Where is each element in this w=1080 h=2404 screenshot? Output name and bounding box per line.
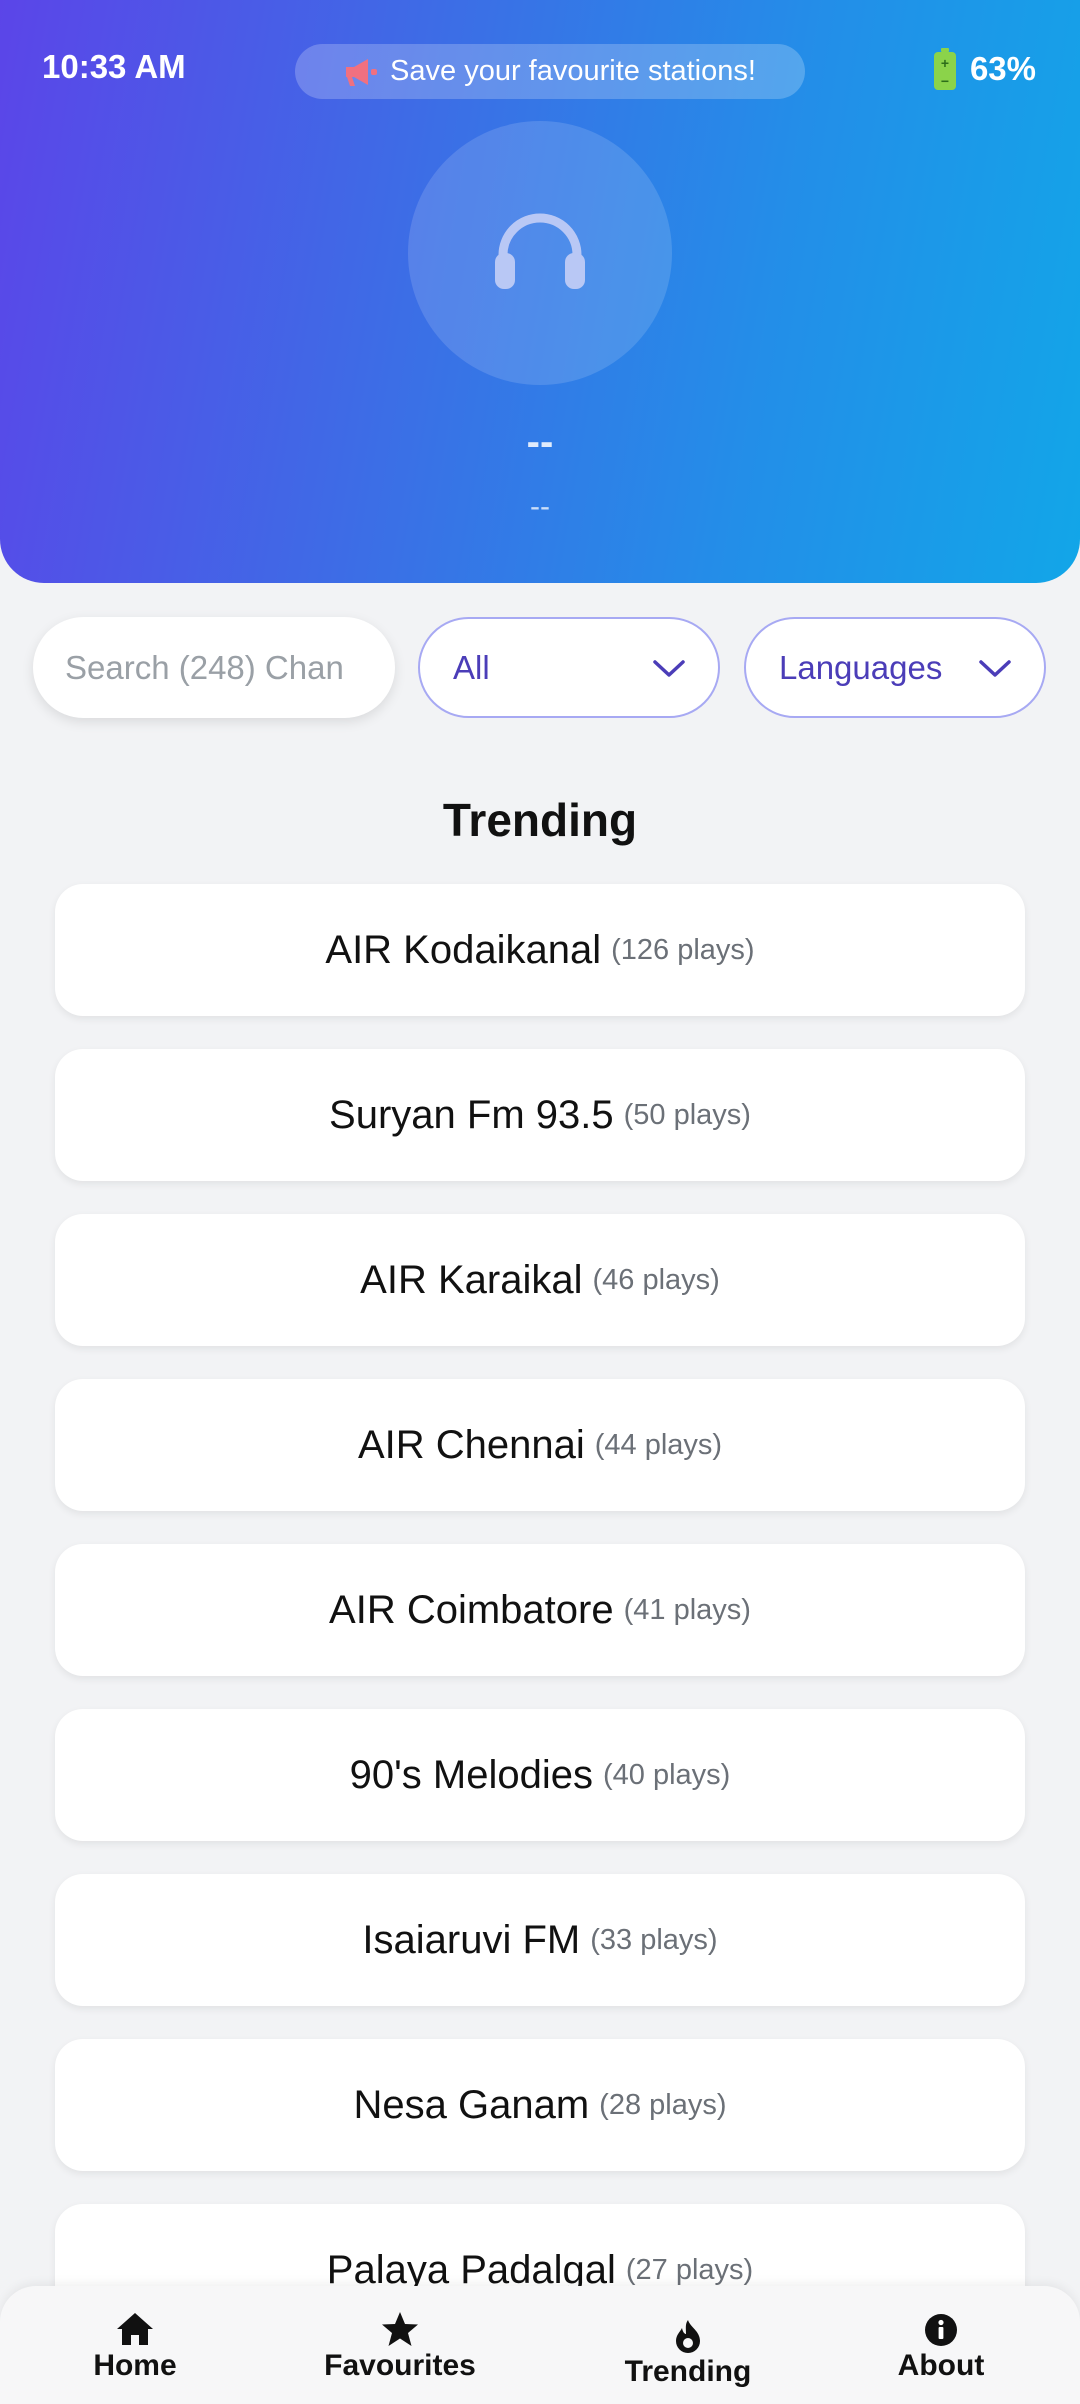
chevron-down-icon [652, 649, 686, 687]
station-plays: (44 plays) [594, 1428, 723, 1461]
station-plays: (40 plays) [603, 1758, 731, 1791]
now-playing-subtitle: -- [530, 490, 550, 523]
now-playing-title: -- [526, 420, 554, 464]
chevron-down-icon [978, 649, 1012, 687]
station-plays: (28 plays) [599, 2088, 727, 2121]
station-name: AIR Coimbatore [329, 1587, 614, 1632]
station-plays: (50 plays) [623, 1098, 751, 1131]
station-plays: (126 plays) [611, 933, 755, 966]
star-icon [381, 2307, 419, 2347]
section-title: Trending [442, 794, 638, 846]
language-select-value: Languages [779, 648, 943, 686]
nav-about-label: About [897, 2349, 985, 2382]
language-select[interactable]: Languages [744, 617, 1046, 718]
station-name: 90's Melodies [349, 1752, 593, 1797]
nav-about[interactable]: About [806, 2286, 1076, 2404]
category-select[interactable]: All [418, 617, 720, 718]
station-card[interactable]: Isaiaruvi FM (33 plays) [55, 1874, 1025, 2006]
station-plays: (46 plays) [592, 1263, 720, 1296]
station-name: Suryan Fm 93.5 [329, 1092, 614, 1137]
station-card[interactable]: Suryan Fm 93.5 (50 plays) [55, 1049, 1025, 1181]
nav-favourites[interactable]: Favourites [265, 2286, 535, 2404]
station-name: AIR Chennai [357, 1422, 585, 1467]
search-input[interactable] [65, 648, 385, 687]
nav-home-label: Home [93, 2349, 177, 2382]
headphones-icon [495, 213, 585, 294]
category-select-value: All [453, 648, 490, 686]
station-plays: (27 plays) [625, 2253, 754, 2286]
station-name: Nesa Ganam [353, 2082, 590, 2127]
nav-trending-label: Trending [624, 2355, 752, 2388]
flame-icon [673, 2313, 703, 2353]
battery-status: + − 63% [933, 44, 1036, 94]
station-card[interactable]: Nesa Ganam (28 plays) [55, 2039, 1025, 2171]
station-name: Isaiaruvi FM [362, 1917, 581, 1962]
battery-level: 63% [969, 50, 1036, 87]
station-name: AIR Karaikal [360, 1257, 583, 1302]
nav-trending[interactable]: Trending [553, 2286, 823, 2404]
player-header: 10:33 AM Save your favourite stations! +… [0, 0, 1080, 583]
station-name: AIR Kodaikanal [325, 927, 602, 972]
info-icon [924, 2307, 958, 2347]
station-card[interactable]: 90's Melodies (40 plays) [55, 1709, 1025, 1841]
nav-favourites-label: Favourites [324, 2349, 476, 2382]
status-time: 10:33 AM [42, 48, 186, 85]
station-card[interactable]: AIR Coimbatore (41 plays) [55, 1544, 1025, 1676]
station-card[interactable]: AIR Karaikal (46 plays) [55, 1214, 1025, 1346]
megaphone-icon [344, 56, 380, 88]
home-icon [115, 2307, 155, 2347]
bottom-nav: Home Favourites Trending About [0, 2286, 1080, 2404]
station-card[interactable]: AIR Chennai (44 plays) [55, 1379, 1025, 1511]
search-box[interactable] [33, 617, 395, 718]
battery-icon: + − [933, 48, 956, 90]
station-plays: (33 plays) [590, 1923, 718, 1956]
station-artwork[interactable] [408, 121, 672, 385]
promo-text: Save your favourite stations! [390, 55, 756, 87]
promo-banner[interactable]: Save your favourite stations! [295, 44, 805, 99]
station-plays: (41 plays) [623, 1593, 751, 1626]
station-card[interactable]: AIR Kodaikanal (126 plays) [55, 884, 1025, 1016]
nav-home[interactable]: Home [0, 2286, 270, 2404]
